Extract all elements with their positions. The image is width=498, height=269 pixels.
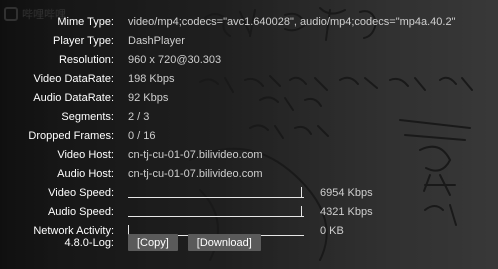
label-audio-datarate: Audio DataRate:: [33, 91, 114, 104]
label-video-datarate: Video DataRate:: [33, 72, 114, 85]
value-segments: 2 / 3: [128, 110, 150, 123]
value-player-type: DashPlayer: [128, 34, 185, 47]
value-audio-host: cn-tj-cu-01-07.bilivideo.com: [128, 167, 263, 180]
label-segments: Segments:: [61, 110, 114, 123]
value-video-datarate: 198 Kbps: [128, 72, 175, 85]
label-audio-host: Audio Host:: [57, 167, 114, 180]
row-player-type: Player Type: DashPlayer: [0, 31, 498, 50]
value-audio-speed: 4321 Kbps: [320, 205, 373, 218]
value-video-speed: 6954 Kbps: [320, 186, 373, 199]
row-video-speed: Video Speed: 6954 Kbps: [0, 183, 498, 202]
download-log-button[interactable]: [Download]: [187, 234, 261, 251]
label-audio-speed: Audio Speed:: [47, 205, 114, 218]
row-audio-host: Audio Host: cn-tj-cu-01-07.bilivideo.com: [0, 164, 498, 183]
video-speed-level: [301, 186, 302, 198]
label-log: 4.8.0-Log:: [64, 236, 114, 249]
row-resolution: Resolution: 960 x 720@30.303: [0, 50, 498, 69]
value-dropped-frames: 0 / 16: [128, 129, 156, 142]
row-mime-type: Mime Type: video/mp4;codecs="avc1.640028…: [0, 12, 498, 31]
row-audio-speed: Audio Speed: 4321 Kbps: [0, 202, 498, 221]
audio-speed-level: [301, 205, 302, 217]
copy-log-button[interactable]: [Copy]: [128, 234, 178, 251]
stats-for-nerds-panel: Mime Type: video/mp4;codecs="avc1.640028…: [0, 0, 498, 269]
video-speed-track: [128, 196, 304, 198]
label-dropped-frames: Dropped Frames:: [28, 129, 114, 142]
row-video-host: Video Host: cn-tj-cu-01-07.bilivideo.com: [0, 145, 498, 164]
value-audio-datarate: 92 Kbps: [128, 91, 169, 104]
row-dropped-frames: Dropped Frames: 0 / 16: [0, 126, 498, 145]
row-audio-datarate: Audio DataRate: 92 Kbps: [0, 88, 498, 107]
value-mime-type: video/mp4;codecs="avc1.640028", audio/mp…: [128, 15, 456, 28]
value-resolution: 960 x 720@30.303: [128, 53, 222, 66]
row-video-datarate: Video DataRate: 198 Kbps: [0, 69, 498, 88]
label-player-type: Player Type:: [53, 34, 114, 47]
label-mime-type: Mime Type:: [57, 15, 114, 28]
row-log: 4.8.0-Log: [Copy] [Download]: [0, 233, 498, 252]
video-speed-meter: [128, 186, 304, 199]
row-segments: Segments: 2 / 3: [0, 107, 498, 126]
audio-speed-track: [128, 215, 304, 217]
value-video-host: cn-tj-cu-01-07.bilivideo.com: [128, 148, 263, 161]
label-video-host: Video Host:: [57, 148, 114, 161]
label-resolution: Resolution:: [58, 53, 114, 66]
audio-speed-meter: [128, 205, 304, 218]
label-video-speed: Video Speed:: [48, 186, 114, 199]
